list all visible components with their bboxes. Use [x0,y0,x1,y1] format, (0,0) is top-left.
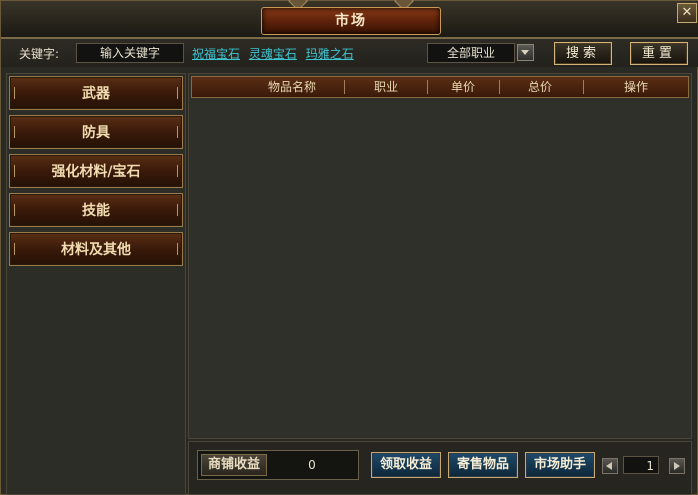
col-action: 操作 [623,80,648,94]
quick-link-blessing-gem[interactable]: 祝福宝石 [192,47,240,61]
earnings-value: 0 [308,458,316,472]
window-title: 市场 [335,13,367,29]
quick-link-soul-gem[interactable]: 灵魂宝石 [249,47,297,61]
prev-page-icon[interactable] [602,458,618,474]
class-select[interactable]: 全部职业 [427,43,515,63]
chevron-down-icon[interactable] [517,44,534,61]
category-enhance-gems[interactable]: 强化材料/宝石 [9,154,183,188]
page-number-input[interactable]: 1 [623,456,659,474]
shop-earnings: 商铺收益 0 [197,450,359,480]
quick-links: 祝福宝石 灵魂宝石 玛雅之石 [192,45,359,62]
consign-item-button[interactable]: 寄售物品 [448,452,518,478]
close-icon: ✕ [681,5,693,20]
close-button[interactable]: ✕ [677,3,697,23]
table-header: 物品名称 职业 单价 总价 操作 [191,76,689,98]
search-bar: 关键字: 输入关键字 祝福宝石 灵魂宝石 玛雅之石 全部职业 搜索 重置 [1,39,698,67]
footer-bar: 商铺收益 0 领取收益 寄售物品 市场助手 1 [188,441,692,495]
search-button[interactable]: 搜索 [554,42,612,65]
market-assistant-button[interactable]: 市场助手 [525,452,595,478]
category-armor[interactable]: 防具 [9,115,183,149]
col-item-name: 物品名称 [267,80,316,94]
keyword-input[interactable]: 输入关键字 [76,43,184,63]
category-skills[interactable]: 技能 [9,193,183,227]
category-weapons[interactable]: 武器 [9,76,183,110]
title-plate: 市场 [261,7,441,35]
category-materials-other[interactable]: 材料及其他 [9,232,183,266]
reset-button[interactable]: 重置 [630,42,688,65]
keyword-label: 关键字: [19,47,60,61]
earnings-label: 商铺收益 [201,454,267,476]
category-sidebar: 武器 防具 强化材料/宝石 技能 材料及其他 [6,73,186,495]
collect-earnings-button[interactable]: 领取收益 [371,452,441,478]
title-bar: 市场 ✕ [1,0,698,39]
col-class: 职业 [373,80,398,94]
next-page-icon[interactable] [669,458,685,474]
market-window: 市场 ✕ 关键字: 输入关键字 祝福宝石 灵魂宝石 玛雅之石 全部职业 搜索 重… [0,0,698,495]
quick-link-maya-stone[interactable]: 玛雅之石 [306,47,354,61]
listing-table: 物品名称 职业 单价 总价 操作 [188,73,692,439]
col-total-price: 总价 [527,80,552,94]
col-unit-price: 单价 [450,80,475,94]
